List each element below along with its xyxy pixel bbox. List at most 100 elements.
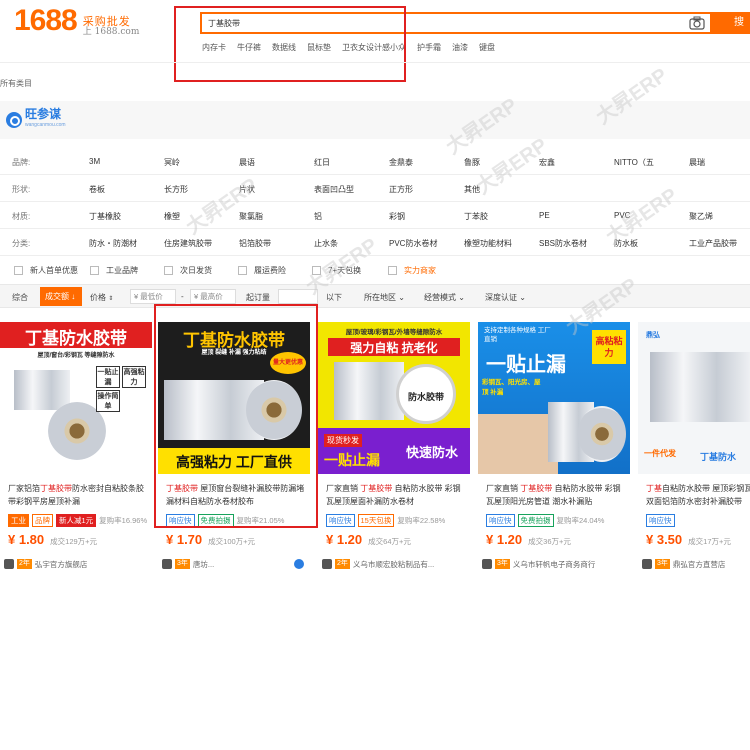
checkbox-label[interactable]: 履运费险 <box>254 265 286 276</box>
product-card[interactable]: 屋顶/玻璃/彩钢瓦/外墙等缝隙防水 强力自粘 抗老化 防水胶带 现货秒发 一贴止… <box>318 322 470 580</box>
filter-option[interactable]: 铝箔胶带 <box>239 238 271 249</box>
checkbox[interactable] <box>90 266 99 275</box>
image-brand: 鼎弘 <box>646 332 660 339</box>
sort-price[interactable]: 价格 ⇕ <box>90 292 113 303</box>
hot-word[interactable]: 内存卡 <box>202 42 226 53</box>
search-button[interactable]: 搜 <box>712 12 750 34</box>
min-price-input[interactable]: ¥ 最低价 <box>130 289 176 304</box>
checkbox-label[interactable]: 实力商家 <box>404 265 436 276</box>
product-title[interactable]: 丁基自粘防水胶带 屋顶彩钢瓦双面铝箔防水密封补漏胶带 <box>646 482 750 508</box>
filter-option[interactable]: 片状 <box>239 184 255 195</box>
hot-word[interactable]: 数据线 <box>272 42 296 53</box>
filter-option[interactable]: 彩钢 <box>389 211 405 222</box>
filter-option[interactable]: 聚氯脂 <box>239 211 263 222</box>
checkbox[interactable] <box>238 266 247 275</box>
filter-option[interactable]: 冥岭 <box>164 157 180 168</box>
filter-option[interactable]: SBS防水卷材 <box>539 238 587 249</box>
filter-option[interactable]: 丁苯胶 <box>464 211 488 222</box>
hot-word[interactable]: 护手霜 <box>417 42 441 53</box>
filter-option[interactable]: NITTO（五 <box>614 157 654 168</box>
filter-option[interactable]: 橡塑功能材料 <box>464 238 512 249</box>
checkbox[interactable] <box>14 266 23 275</box>
filter-option[interactable]: 铝 <box>314 211 322 222</box>
below-label: 以下 <box>326 293 342 302</box>
deal-volume: 成交100万+元 <box>208 537 256 546</box>
checkbox-label[interactable]: 新人首单优惠 <box>30 265 78 276</box>
filter-option[interactable]: 止水条 <box>314 238 338 249</box>
store-name[interactable]: 唐坊... <box>193 559 303 570</box>
product-card[interactable]: 丁基防水胶带 屋顶/窗台/彩钢瓦 等缝隙防水 一贴止漏 高强粘力 操作简单 厂家… <box>0 322 152 580</box>
filter-option[interactable]: 长方形 <box>164 184 188 195</box>
search-input[interactable] <box>208 16 668 30</box>
checkbox-label[interactable]: 工业品牌 <box>106 265 138 276</box>
filter-option[interactable]: 橡塑 <box>164 211 180 222</box>
product-price: ¥ 3.50 <box>646 532 683 547</box>
checkbox-label[interactable]: 次日发货 <box>180 265 212 276</box>
filter-option[interactable]: 丁基橡胶 <box>89 211 121 222</box>
sort-turnover[interactable]: 成交额 ↓ <box>40 287 82 306</box>
checkbox[interactable] <box>164 266 173 275</box>
product-card[interactable]: 丁基防水胶带 屋顶 裂缝 补漏 强力粘结 量大更优惠 高强粘力 工厂直供 丁基胶… <box>158 322 310 580</box>
filter-option[interactable]: 晨语 <box>239 157 255 168</box>
product-title[interactable]: 丁基胶带 屋顶窗台裂缝补漏胶带防漏堵漏材料自粘防水卷材胶布 <box>166 482 306 508</box>
filter-option[interactable]: 卷板 <box>89 184 105 195</box>
product-card[interactable]: 支持定制各种规格 工厂直销 一贴止漏 高粘粘力 彩钢瓦、阳光房、屋顶 补漏 厂家… <box>478 322 630 580</box>
product-image[interactable]: 屋顶/玻璃/彩钢瓦/外墙等缝隙防水 强力自粘 抗老化 防水胶带 现货秒发 一贴止… <box>318 322 470 474</box>
checkbox[interactable] <box>388 266 397 275</box>
filter-option[interactable]: 工业产品胶带 <box>689 238 737 249</box>
mode-label: 经营模式 <box>424 293 456 302</box>
product-title[interactable]: 厂家直销 丁基胶带 自粘防水胶带 彩钢瓦屋顶阳光房管道 潮水补漏贴 <box>486 482 626 508</box>
filter-row-category: 分类: 防水・防潮材 住房建筑胶带 铝箔胶带 止水条 PVC防水卷材 橡塑功能材… <box>0 229 750 256</box>
filter-option[interactable]: 住房建筑胶带 <box>164 238 212 249</box>
filter-option[interactable]: 聚乙烯 <box>689 211 713 222</box>
filter-option[interactable]: 鲁豚 <box>464 157 480 168</box>
product-image[interactable]: 鼎弘 丁基防水 一件代发 <box>638 322 750 474</box>
store-name[interactable]: 鼎弘官方直营店 <box>673 559 743 570</box>
product-image[interactable]: 丁基防水胶带 屋顶/窗台/彩钢瓦 等缝隙防水 一贴止漏 高强粘力 操作简单 <box>0 322 152 474</box>
checkbox-label[interactable]: 7+天包换 <box>328 265 361 276</box>
filter-option[interactable]: 3M <box>89 157 100 166</box>
filter-option[interactable]: 晨瑞 <box>689 157 705 168</box>
filter-option[interactable]: 其他 <box>464 184 480 195</box>
sort-general[interactable]: 综合 <box>12 292 28 303</box>
store-name[interactable]: 义乌市轩帆电子商务商行 <box>513 559 623 570</box>
filter-option[interactable]: 防水板 <box>614 238 638 249</box>
hot-word[interactable]: 鼠标垫 <box>307 42 331 53</box>
plugin-logo[interactable]: 旺参谋 wangcanmou.com <box>6 107 66 131</box>
site-logo[interactable]: 1688 采购批发 上 1688.com <box>14 4 139 38</box>
filter-option[interactable]: 防水・防潮材 <box>89 238 137 249</box>
product-image[interactable]: 丁基防水胶带 屋顶 裂缝 补漏 强力粘结 量大更优惠 高强粘力 工厂直供 <box>158 322 310 474</box>
checkbox[interactable] <box>312 266 321 275</box>
filter-option[interactable]: PE <box>539 211 550 220</box>
filter-option[interactable]: 表面凹凸型 <box>314 184 354 195</box>
product-title[interactable]: 厂家铝箔丁基胶带防水密封自粘胶条胶带彩钢平房屋顶补漏 <box>8 482 148 508</box>
breadcrumb[interactable]: 所有类目 <box>0 78 32 89</box>
filter-option[interactable]: 红日 <box>314 157 330 168</box>
hot-word[interactable]: 油漆 <box>452 42 468 53</box>
mode-dropdown[interactable]: 经营模式 ⌄ <box>424 292 465 303</box>
hot-word[interactable]: 牛仔裤 <box>237 42 261 53</box>
filter-option[interactable]: PVC <box>614 211 630 220</box>
start-qty-input[interactable] <box>278 289 318 304</box>
location-dropdown[interactable]: 所在地区 ⌄ <box>364 292 405 303</box>
plugin-name: 旺参谋 <box>25 107 62 121</box>
hot-word[interactable]: 卫衣女设计感小众 <box>342 42 406 53</box>
store-name[interactable]: 义乌市顺宏胶粘制品有... <box>353 559 463 570</box>
start-qty-label: 起订量 <box>246 293 270 302</box>
filter-option[interactable]: 正方形 <box>389 184 413 195</box>
filter-option[interactable]: 宏鑫 <box>539 157 555 168</box>
product-image[interactable]: 支持定制各种规格 工厂直销 一贴止漏 高粘粘力 彩钢瓦、阳光房、屋顶 补漏 <box>478 322 630 474</box>
filter-option[interactable]: PVC防水卷材 <box>389 238 437 249</box>
product-title[interactable]: 厂家直销 丁基胶带 自粘防水胶带 彩钢瓦屋顶屋面补漏防水卷材 <box>326 482 466 508</box>
store-name[interactable]: 弘宇官方旗舰店 <box>35 559 145 570</box>
hot-word[interactable]: 键盘 <box>479 42 495 53</box>
product-card[interactable]: 鼎弘 丁基防水 一件代发 丁基自粘防水胶带 屋顶彩钢瓦双面铝箔防水密封补漏胶带 … <box>638 322 750 580</box>
cert-dropdown[interactable]: 深度认证 ⌄ <box>485 292 526 303</box>
chat-icon[interactable] <box>294 559 304 569</box>
camera-icon[interactable] <box>688 15 706 31</box>
image-tag: 彩钢瓦、阳光房、屋顶 补漏 <box>482 379 541 396</box>
tag: 响应快 <box>166 514 195 527</box>
filter-option[interactable]: 金鼎泰 <box>389 157 413 168</box>
max-price-input[interactable]: ¥ 最高价 <box>190 289 236 304</box>
store-line: 2年 弘宇官方旗舰店 <box>4 557 152 571</box>
